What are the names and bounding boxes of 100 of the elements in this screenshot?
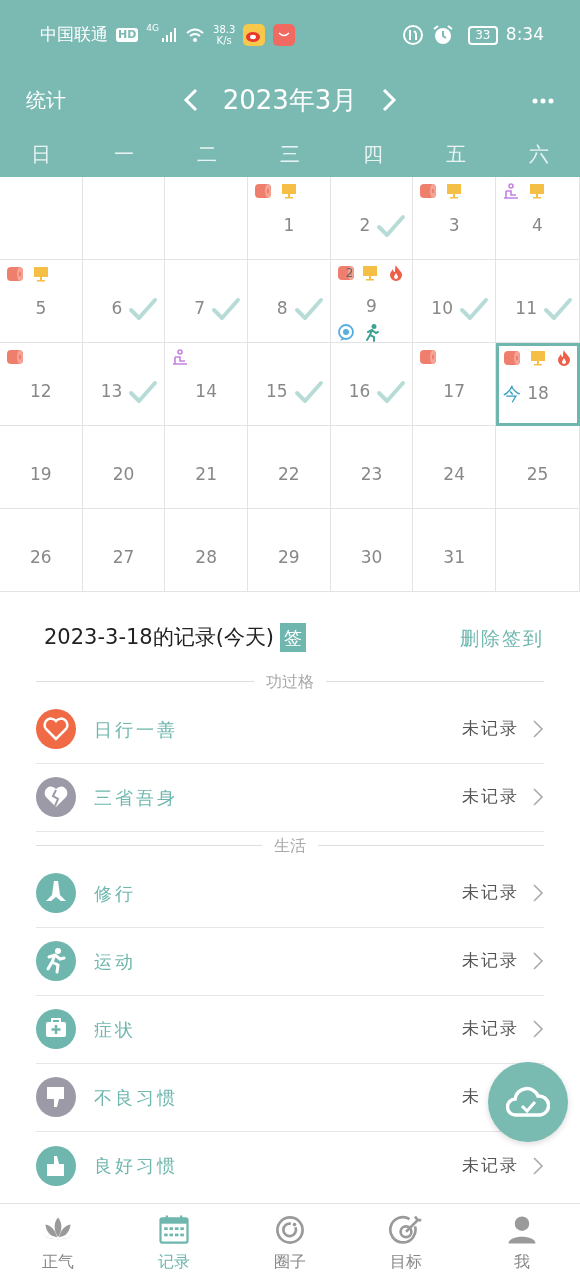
calendar-cell[interactable]: 10 [413,260,496,343]
chevron-right-icon [381,87,398,113]
calendar-cell[interactable]: 27 [82,509,166,592]
calendar-cell[interactable]: 19 [0,426,83,509]
monitor-icon [361,264,380,283]
roll-icon [336,264,355,283]
calendar-cell[interactable]: 15 [248,343,331,426]
chat-bubble-icon [336,323,355,342]
day-number: 26 [30,546,52,570]
calendar-cell[interactable]: 1 [248,177,331,260]
record-title: 2023-3-18的记录(今天) [44,624,275,651]
carrier-name: 中国联通 [40,23,108,47]
day-number: 23 [360,463,383,487]
flame-icon [555,349,573,367]
nav-tab[interactable]: 圈子 [232,1204,348,1282]
day-number: 24 [443,463,465,487]
network-type: 4G [146,22,160,35]
chevron-right-icon[interactable] [532,951,544,971]
category-label[interactable]: 良好习惯 [94,1152,178,1179]
chevron-right-icon[interactable] [532,883,544,903]
category-label[interactable]: 症状 [94,1015,136,1043]
previous-month-button[interactable] [182,87,199,113]
day-number: 25 [526,463,549,487]
roll-icon [419,348,438,366]
figure-icon [171,348,190,366]
figure-icon [502,182,520,200]
stats-link[interactable]: 统计 [26,85,176,115]
calendar-cell[interactable]: 今 18 [496,343,580,426]
app-icon [273,24,296,46]
calendar-cell[interactable]: 29 [248,509,331,592]
day-number: 20 [112,463,135,487]
calendar-cell[interactable]: 2 [330,177,414,260]
category-label[interactable]: 运动 [94,947,136,975]
section-title: 生活 [274,834,306,857]
monitor-icon [529,349,547,367]
nav-tab[interactable]: 我 [464,1204,580,1282]
delete-checkin-link[interactable]: 删除签到 [460,623,544,652]
day-number: 1 [283,214,295,238]
day-number: 14 [195,380,217,404]
calendar-cell[interactable]: 2 9 [330,260,414,343]
calendar-cell[interactable]: 13 [82,343,166,426]
day-number: 4 [532,214,543,238]
chevron-right-icon[interactable] [532,1019,544,1039]
weekday-label: 日 [30,140,53,168]
calendar-cell[interactable]: 4 [496,177,580,260]
calendar-cell[interactable]: 26 [0,509,83,592]
day-number: 29 [278,546,300,570]
nav-tab[interactable]: 目标 [348,1204,464,1282]
calendar-cell[interactable]: 6 [82,260,166,343]
category-label[interactable]: 三省吾身 [94,783,178,811]
calendar-cell[interactable]: 21 [165,426,248,509]
calendar-cell[interactable]: 7 [165,260,248,343]
category-label[interactable]: 修行 [94,879,136,907]
calendar-cell[interactable]: 17 [413,343,496,426]
calendar-cell[interactable]: 28 [165,509,248,592]
calendar-cell[interactable]: 30 [330,509,414,592]
calendar-cell[interactable]: 5 [0,260,83,343]
chevron-right-icon[interactable] [532,719,544,739]
cloud-check-icon [506,1085,550,1119]
chevron-right-icon[interactable] [532,787,544,807]
calendar-cell[interactable]: 23 [330,426,414,509]
day-number: 16 [348,380,371,404]
day-number: 21 [195,463,217,487]
calendar-cell[interactable]: 20 [82,426,166,509]
signed-badge: 签 [280,623,307,653]
day-number: 30 [360,546,383,570]
day-number: 18 [527,381,549,405]
calendar-cell[interactable]: 8 [248,260,331,343]
calendar-cell[interactable]: 11 [496,260,580,343]
weekday-label: 五 [444,140,467,168]
nav-tab[interactable]: 正气 [0,1204,116,1282]
category-label[interactable]: 日行一善 [94,715,178,743]
speed-unit: K/s [215,35,233,46]
month-title: 2023年3月 [222,83,358,117]
nav-tab[interactable]: 记录 [116,1204,232,1282]
calendar-cell[interactable]: 31 [413,509,496,592]
calendar-cell[interactable]: 25 [496,426,580,509]
weekday-label: 六 [527,140,550,168]
weekday-label: 二 [196,140,219,168]
day-number: 8 [276,297,288,321]
calendar-cell[interactable]: 12 [0,343,83,426]
next-month-button[interactable] [381,87,398,113]
calendar-cell[interactable]: 3 [413,177,496,260]
weekday-label: 三 [279,140,301,168]
battery-level: 33 [467,25,498,45]
day-number: 22 [278,463,300,487]
day-number: 19 [30,463,52,487]
day-number: 2 [359,214,371,238]
chevron-right-icon[interactable] [532,1155,544,1176]
cloud-sync-button[interactable] [488,1062,568,1142]
calendar-cell[interactable]: 24 [413,426,496,509]
calendar-cell[interactable]: 22 [248,426,331,509]
calendar-cell[interactable]: 14 [165,343,248,426]
category-label[interactable]: 不良习惯 [94,1083,178,1111]
day-number: 17 [443,380,465,404]
calendar-cell[interactable]: 16 [330,343,414,426]
day-number: 5 [35,297,47,321]
day-number: 7 [194,297,205,321]
record-status: 未记录 [462,1153,520,1177]
record-status: 未记录 [462,717,520,741]
